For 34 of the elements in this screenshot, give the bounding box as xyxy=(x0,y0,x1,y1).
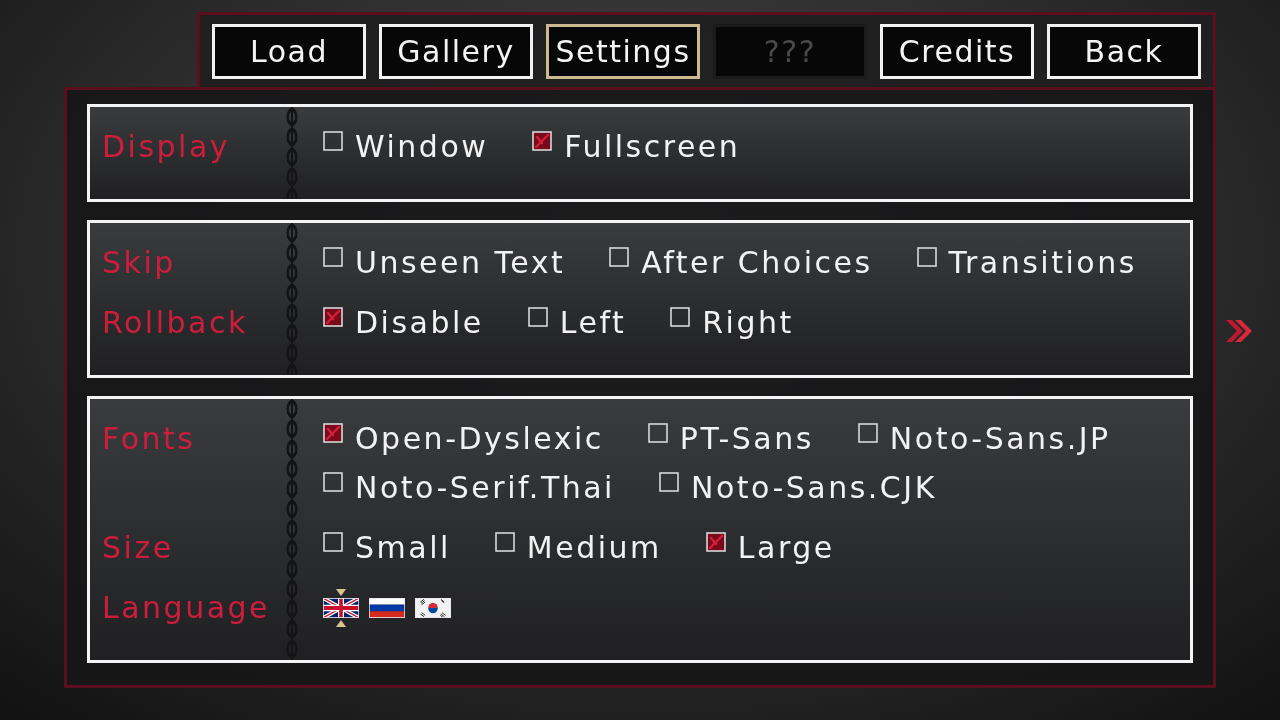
checkbox-option[interactable]: Noto-Serif.Thai xyxy=(323,468,615,508)
checkbox-option[interactable]: After Choices xyxy=(609,243,873,283)
row-label: Rollback xyxy=(101,304,249,342)
row-label: Language xyxy=(101,589,272,627)
checkbox-option[interactable]: Noto-Sans.CJK xyxy=(658,468,937,508)
menu-button[interactable]: Credits xyxy=(880,24,1034,79)
checkbox-option[interactable]: PT-Sans xyxy=(647,419,814,459)
menu-button[interactable]: Back xyxy=(1047,24,1201,79)
checkbox-option[interactable]: Medium xyxy=(494,528,662,568)
row-label: Skip xyxy=(101,244,177,282)
checkbox-option[interactable]: Small xyxy=(323,528,451,568)
menu-button[interactable]: Gallery xyxy=(379,24,533,79)
double-chevron-icon[interactable] xyxy=(1225,318,1253,344)
russia-flag-icon xyxy=(369,598,405,618)
checkbox-option[interactable]: Transitions xyxy=(916,243,1137,283)
menu-button[interactable]: Load xyxy=(212,24,366,79)
uk-flag-icon xyxy=(323,598,359,618)
selection-marker-icon xyxy=(336,589,346,596)
checkbox-option[interactable]: Window xyxy=(323,127,489,167)
checkbox-option[interactable]: Large xyxy=(705,528,835,568)
checkbox-option[interactable]: Disable xyxy=(323,303,484,343)
checkbox-option[interactable]: Open-Dyslexic xyxy=(323,419,604,459)
checkbox-option[interactable]: Fullscreen xyxy=(532,127,741,167)
row-label: Size xyxy=(101,529,175,567)
row-label: Fonts xyxy=(101,420,197,458)
checkbox-option[interactable]: Noto-Sans.JP xyxy=(857,419,1111,459)
south-korea-flag-icon xyxy=(415,598,451,618)
language-flag-button[interactable] xyxy=(323,589,359,627)
checkbox-option[interactable]: Right xyxy=(670,303,794,343)
menu-button[interactable]: Settings xyxy=(546,24,700,79)
checkbox-option[interactable]: Unseen Text xyxy=(323,243,566,283)
checkbox-option[interactable]: Left xyxy=(527,303,627,343)
selection-marker-icon xyxy=(336,620,346,627)
row-label: Display xyxy=(101,128,232,166)
